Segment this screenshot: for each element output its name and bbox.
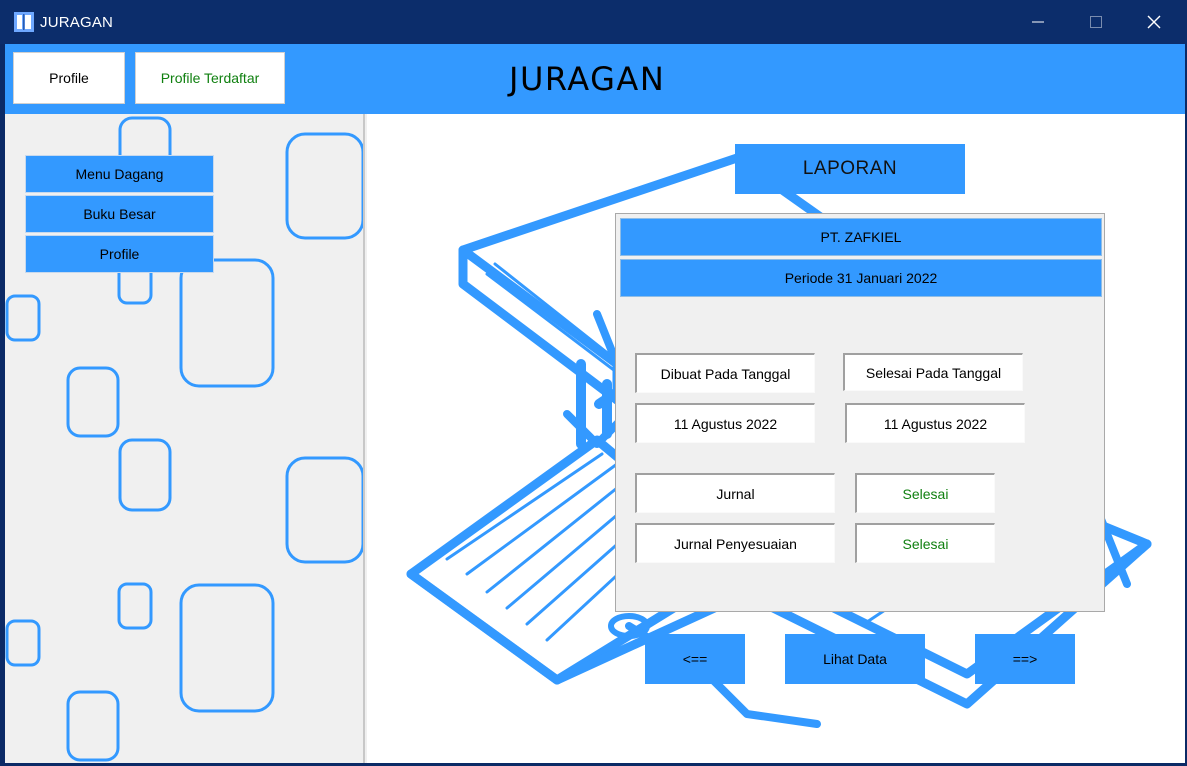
finished-date-label: Selesai Pada Tanggal (843, 353, 1023, 391)
minimize-icon (1032, 21, 1044, 23)
close-icon (1147, 15, 1161, 29)
main-content: LAPORAN PT. ZAFKIEL Periode 31 Januari 2… (367, 114, 1185, 763)
report-heading: LAPORAN (735, 144, 965, 194)
company-name: PT. ZAFKIEL (620, 218, 1102, 256)
next-button[interactable]: ==> (975, 634, 1075, 684)
registered-profile-button[interactable]: Profile Terdaftar (135, 52, 285, 104)
maximize-button[interactable] (1068, 0, 1124, 44)
sidebar: Menu Dagang Buku Besar Profile (5, 114, 365, 763)
app-window: JURAGAN Profile Profile Terdaftar JURAGA… (0, 0, 1187, 766)
report-panel: PT. ZAFKIEL Periode 31 Januari 2022 Dibu… (615, 213, 1105, 612)
finished-date-value: 11 Agustus 2022 (845, 403, 1025, 443)
profile-button[interactable]: Profile (13, 52, 125, 104)
adjusting-journal-status: Selesai (855, 523, 995, 563)
created-date-label: Dibuat Pada Tanggal (635, 353, 815, 393)
client-area: Profile Profile Terdaftar JURAGAN Menu D… (5, 44, 1185, 763)
sidebar-item-menu-dagang[interactable]: Menu Dagang (25, 155, 214, 193)
minimize-button[interactable] (1010, 0, 1066, 44)
sidebar-item-profile[interactable]: Profile (25, 235, 214, 273)
journal-status: Selesai (855, 473, 995, 513)
view-data-button[interactable]: Lihat Data (785, 634, 925, 684)
maximize-icon (1090, 16, 1102, 28)
journal-name: Jurnal (635, 473, 835, 513)
previous-button[interactable]: <== (645, 634, 745, 684)
close-button[interactable] (1126, 0, 1182, 44)
window-title: JURAGAN (40, 14, 114, 31)
created-date-value: 11 Agustus 2022 (635, 403, 815, 443)
adjusting-journal-name: Jurnal Penyesuaian (635, 523, 835, 563)
sidebar-item-buku-besar[interactable]: Buku Besar (25, 195, 214, 233)
header-bar: Profile Profile Terdaftar JURAGAN (5, 44, 1185, 114)
report-period: Periode 31 Januari 2022 (620, 259, 1102, 297)
app-title: JURAGAN (509, 60, 666, 98)
title-bar[interactable]: JURAGAN (0, 0, 1187, 44)
app-icon (14, 12, 34, 32)
